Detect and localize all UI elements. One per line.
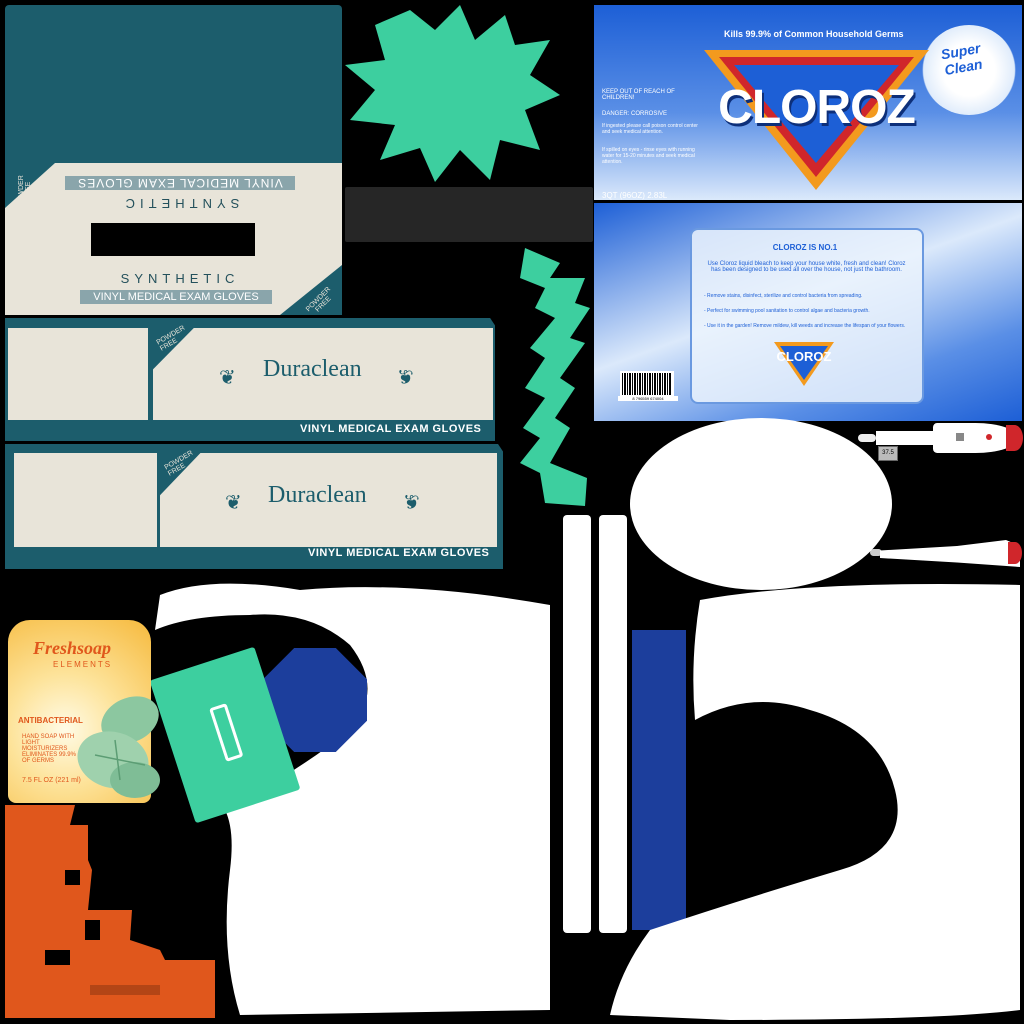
front1-footer: VINYL MEDICAL EXAM GLOVES	[300, 423, 482, 435]
thermometer-body-2	[870, 540, 1022, 570]
lid-vinyl-mirrored: VINYL MEDICAL EXAM GLOVES	[65, 176, 295, 190]
mint-tag-slot	[209, 703, 244, 762]
thermometer2-body	[880, 540, 1020, 567]
warning-children: KEEP OUT OF REACH OF CHILDREN!	[602, 89, 675, 101]
front2-brand: Duraclean	[268, 482, 367, 508]
lid-powder-free-mirrored: POWDER FREE	[18, 175, 32, 207]
orange-blocks-shape	[5, 805, 215, 1018]
mint-splat-shape	[345, 5, 560, 182]
front1-ornament-right: ❦	[397, 367, 414, 389]
front2-ornament-left: ❦	[225, 492, 242, 514]
front1-side-panel	[8, 328, 148, 420]
barcode-number: 8 796559 674004	[618, 396, 678, 401]
front2-side-panel	[14, 453, 157, 547]
cloroz-front-label: Kills 99.9% of Common Household Germs Su…	[594, 5, 1022, 200]
lid-synthetic-mirrored: SYNTHETIC	[120, 196, 240, 211]
thermometer-button	[956, 433, 964, 441]
thermometer-reading: 37.5	[878, 446, 898, 461]
back-brand: CLOROZ	[776, 349, 832, 364]
dark-label-strip	[345, 187, 593, 242]
gloves-box-front-2: POWDER FREE ❦ Duraclean ❦ VINYL MEDICAL …	[5, 444, 503, 569]
cloroz-tagline: Kills 99.9% of Common Household Germs	[724, 29, 904, 39]
back-title: CLOROZ IS NO.1	[772, 243, 838, 252]
thermometer-tip	[858, 434, 876, 442]
back-bullet-2: - Perfect for swimming pool sanitation t…	[704, 308, 870, 314]
soap-sub: ELEMENTS	[53, 660, 113, 669]
front2-ornament-right: ❦	[403, 492, 420, 514]
thermometer-stem	[876, 431, 936, 445]
synthetic-label: SYNTHETIC	[120, 271, 240, 286]
vinyl-title: VINYL MEDICAL EXAM GLOVES	[80, 290, 272, 304]
soap-volume: 7.5 FL OZ (221 ml)	[22, 777, 81, 784]
mint-zigzag-strip	[520, 248, 590, 506]
thermometer2-cap	[1008, 542, 1022, 564]
cloroz-brand: CLOROZ	[718, 81, 916, 134]
white-bar-1	[563, 515, 591, 933]
back-bullet-3: - Use it in the garden! Remove mildew, k…	[704, 323, 906, 329]
warning-ingested: If ingested please call poison control c…	[602, 123, 698, 135]
back-bullet-1: - Remove stains, disinfect, sterilize an…	[704, 293, 863, 299]
soap-desc: HAND SOAP WITH LIGHT MOISTURIZERS ELIMIN…	[22, 734, 76, 764]
back-logo-triangle	[774, 342, 834, 386]
white-bag-shape-right	[610, 584, 1020, 1020]
dispenser-slot	[91, 223, 255, 256]
gloves-box-lid-panel: POWDER FREE VINYL MEDICAL EXAM GLOVES SY…	[5, 163, 342, 315]
warning-eyes: If spilled on eyes - rinse eyes with run…	[602, 147, 695, 165]
white-ellipse	[630, 418, 892, 590]
front1-ornament-left: ❦	[219, 367, 236, 389]
soap-antibacterial: ANTIBACTERIAL	[18, 716, 83, 725]
barcode	[620, 371, 674, 397]
cloroz-volume: 3QT (96OZ) 2.83L	[602, 191, 668, 200]
mint-leaves-image	[77, 696, 160, 798]
thermometer-cap	[1006, 425, 1023, 451]
thermometer-dot	[986, 434, 992, 440]
warning-corrosive: DANGER: CORROSIVE	[602, 111, 668, 117]
gloves-box-front-1: POWDER FREE ❦ Duraclean ❦ VINYL MEDICAL …	[5, 318, 495, 441]
cloroz-back-label: CLOROZ IS NO.1 Use Cloroz liquid bleach …	[594, 203, 1022, 421]
front1-brand: Duraclean	[263, 356, 362, 382]
soap-brand: Freshsoap	[33, 638, 112, 658]
back-intro: Use Cloroz liquid bleach to keep your ho…	[707, 261, 906, 273]
gloves-box-top-flap	[5, 5, 342, 165]
front2-footer: VINYL MEDICAL EXAM GLOVES	[308, 547, 490, 559]
